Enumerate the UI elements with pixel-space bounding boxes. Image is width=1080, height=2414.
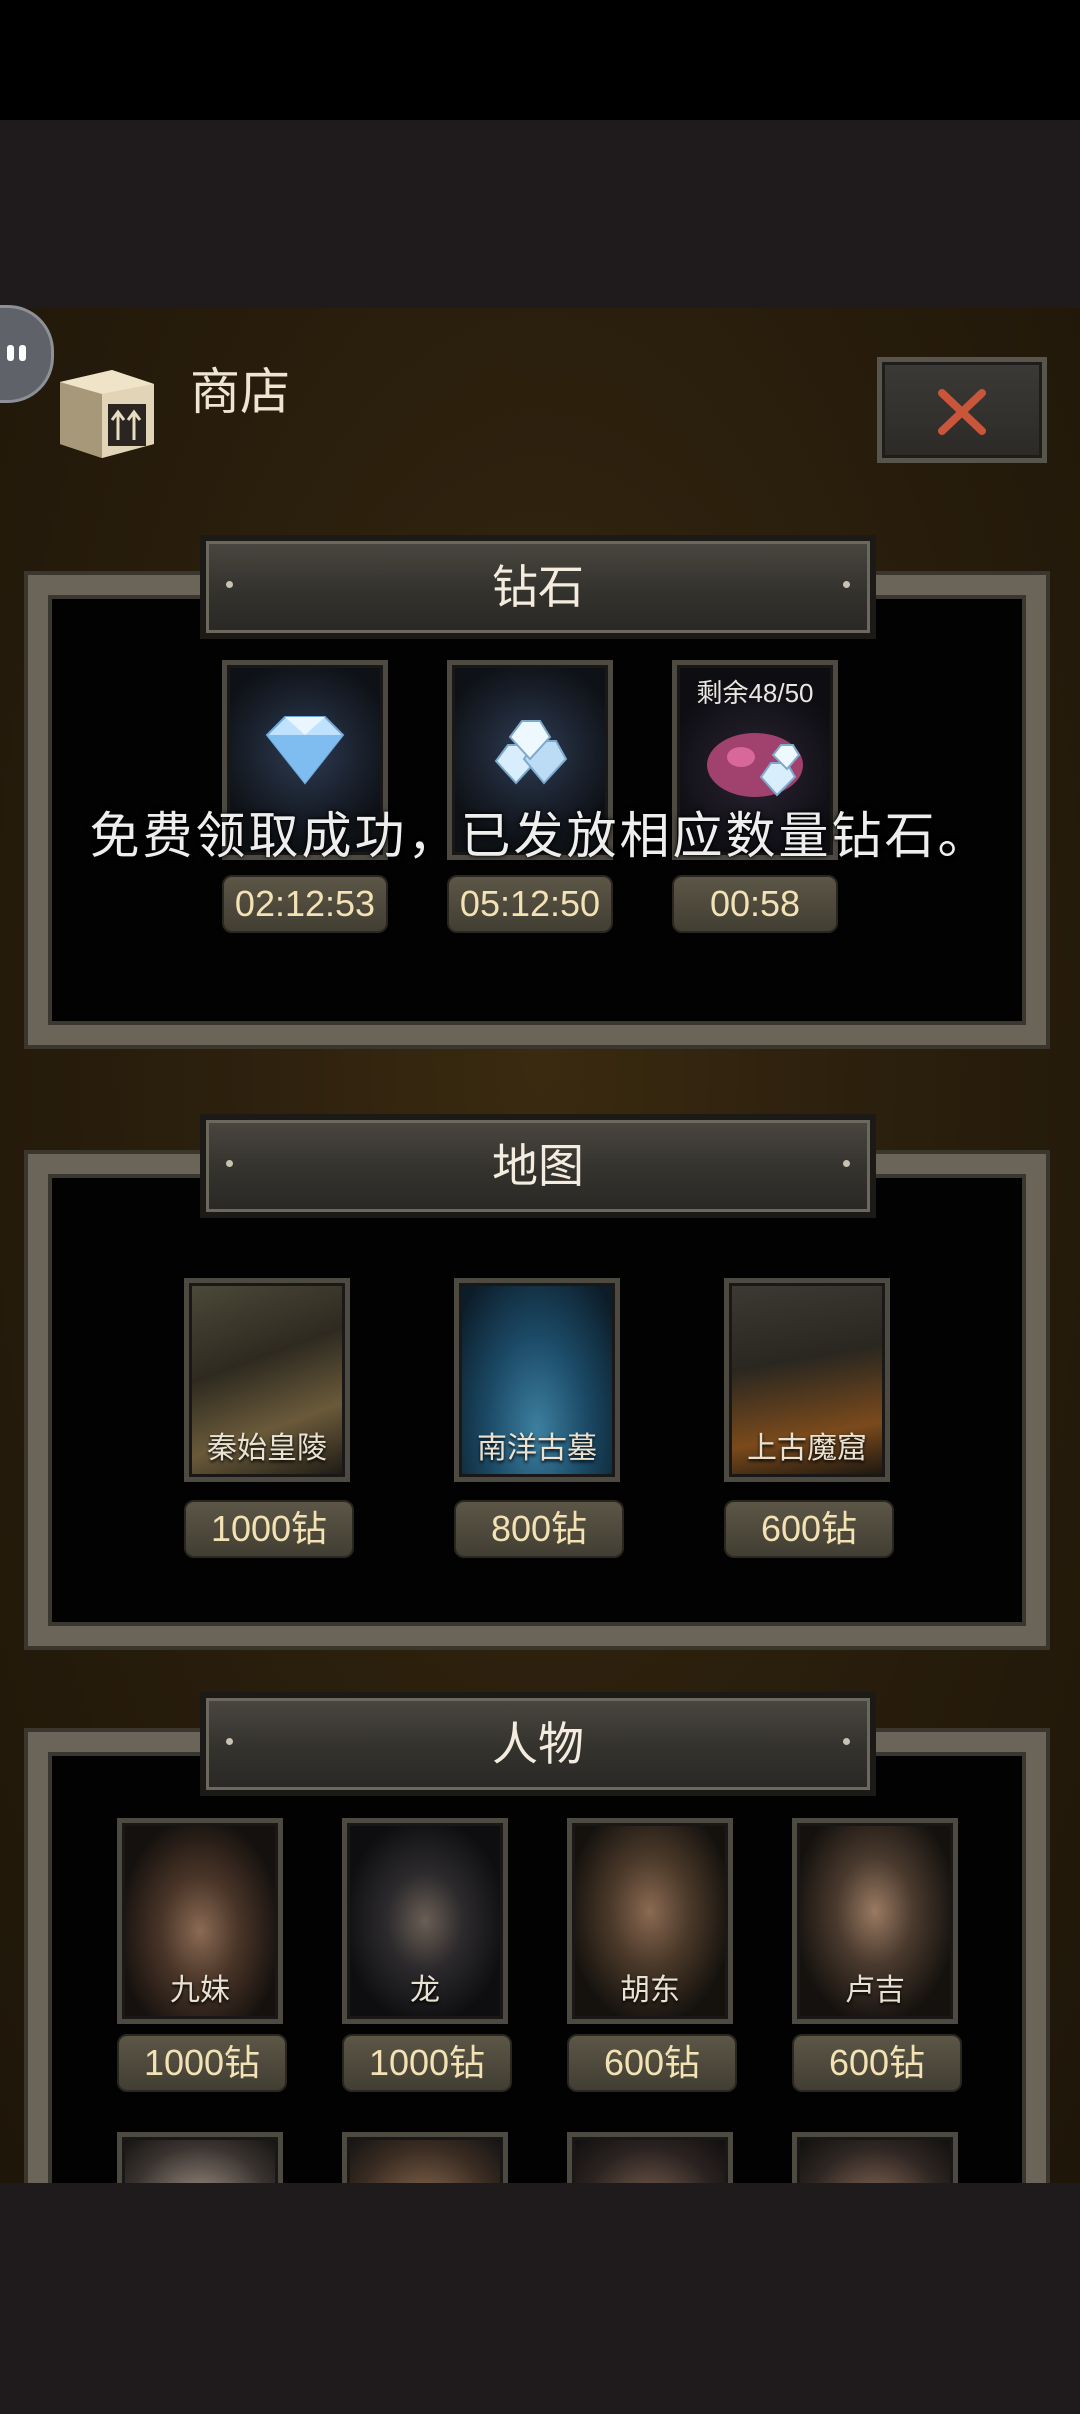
character-section-title: 人物: [492, 1717, 584, 1771]
diamond-timer-1: 02:12:53: [222, 875, 388, 933]
character-name-1: 九妹: [170, 1973, 230, 2008]
character-panel-header: 人物: [200, 1692, 876, 1796]
diamond-section-title: 钻石: [492, 560, 584, 614]
assistant-eye-icon: [7, 345, 14, 361]
status-bar: [0, 0, 1080, 120]
character-price-4: 600钻: [792, 2034, 962, 2092]
remaining-count: 剩余48/50: [696, 678, 814, 708]
map-name-3: 上古魔窟: [747, 1431, 867, 1466]
diamond-timer-2: 05:12:50: [447, 875, 613, 933]
character-price-1: 1000钻: [117, 2034, 287, 2092]
top-band: [0, 120, 1080, 308]
diamond-panel-header: 钻石: [200, 535, 876, 639]
map-name-1: 秦始皇陵: [207, 1431, 327, 1466]
diamond-timer-3: 00:58: [672, 875, 838, 933]
character-name-3: 胡东: [620, 1973, 680, 2008]
character-price-2: 1000钻: [342, 2034, 512, 2092]
toast-message: 免费领取成功，已发放相应数量钻石。: [89, 807, 991, 865]
bottom-band: [0, 2183, 1080, 2414]
character-name-4: 卢吉: [845, 1973, 905, 2008]
map-section-title: 地图: [492, 1139, 584, 1193]
map-name-2: 南洋古墓: [477, 1431, 597, 1466]
map-panel-header: 地图: [200, 1114, 876, 1218]
assistant-eye-icon: [19, 345, 26, 361]
shop-title: 商店: [190, 363, 290, 421]
close-button[interactable]: [877, 357, 1047, 463]
map-price-3: 600钻: [724, 1500, 894, 1558]
box-up-arrow-icon: [50, 352, 162, 464]
map-price-1: 1000钻: [184, 1500, 354, 1558]
map-price-2: 800钻: [454, 1500, 624, 1558]
character-price-3: 600钻: [567, 2034, 737, 2092]
close-x-icon: [938, 389, 986, 435]
character-name-2: 龙: [410, 1973, 440, 2008]
